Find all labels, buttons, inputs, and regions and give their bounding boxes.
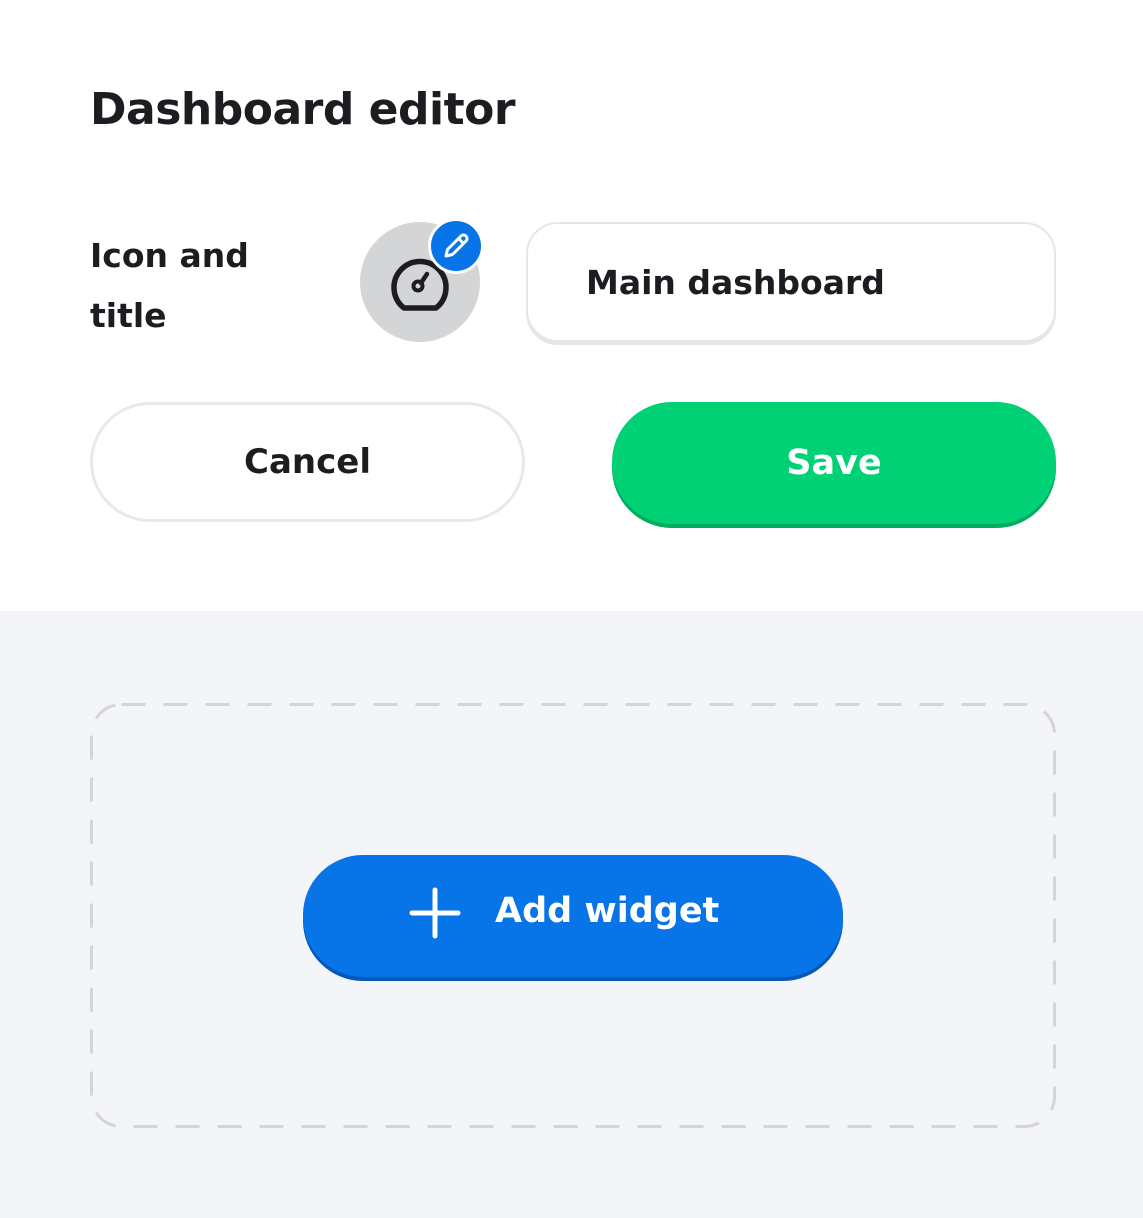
plus-icon [409, 887, 461, 939]
dashboard-title-input[interactable] [526, 222, 1056, 342]
add-widget-button[interactable]: Add widget [303, 855, 843, 977]
editor-panel: Dashboard editor Icon and title Cancel S… [0, 0, 1143, 611]
save-button[interactable]: Save [612, 402, 1056, 524]
icon-and-title-label: Icon and title [90, 236, 249, 335]
add-widget-label: Add widget [495, 891, 720, 931]
dashboard-editor-page: Dashboard editor Icon and title Cancel S… [0, 0, 1143, 1218]
page-title: Dashboard editor [90, 84, 516, 135]
edit-icon-button[interactable] [428, 218, 484, 274]
pencil-icon [444, 233, 469, 258]
cancel-button[interactable]: Cancel [90, 402, 525, 522]
